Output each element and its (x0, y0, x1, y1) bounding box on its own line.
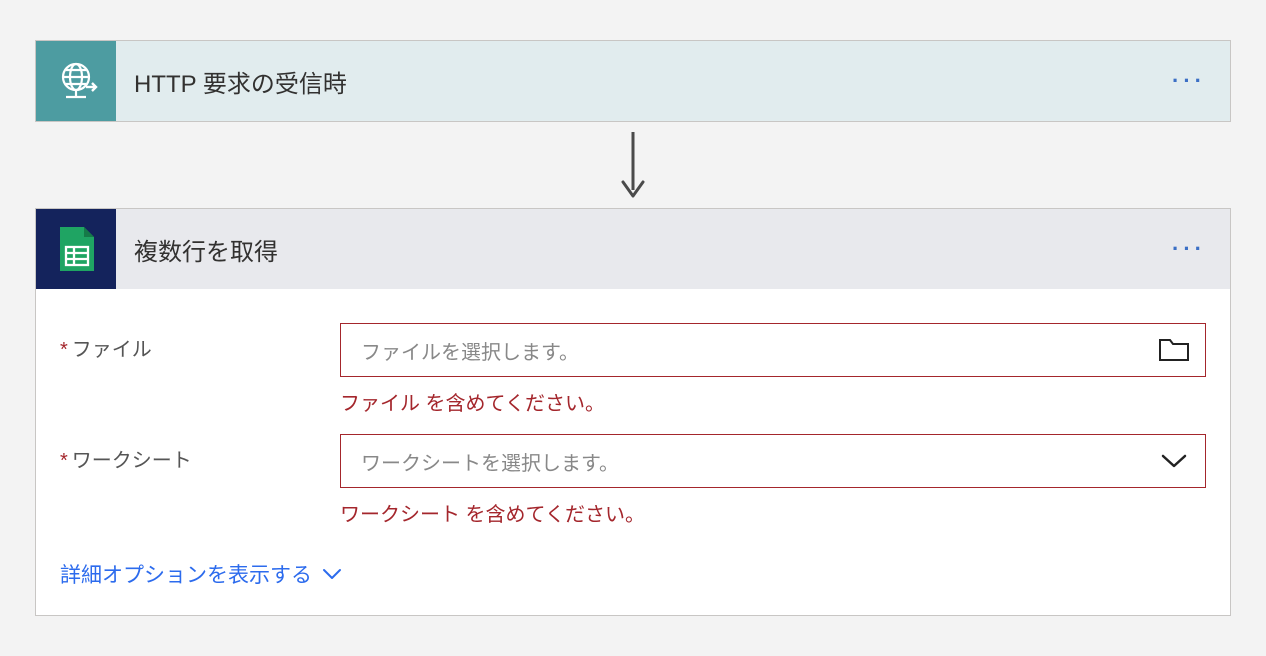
get-rows-body: *ファイル ファイルを選択します。 ファイル を含めてください。 (36, 289, 1230, 615)
worksheet-placeholder: ワークシートを選択します。 (361, 447, 1159, 476)
sheets-icon-tile (36, 209, 116, 289)
file-label: *ファイル (60, 305, 340, 362)
flow-arrow (35, 122, 1231, 208)
folder-picker-button[interactable] (1159, 335, 1189, 365)
get-rows-title: 複数行を取得 (116, 232, 1148, 267)
worksheet-dropdown-button[interactable] (1159, 446, 1189, 476)
file-input[interactable]: ファイルを選択します。 (340, 323, 1206, 377)
file-placeholder: ファイルを選択します。 (361, 336, 1159, 365)
file-row: *ファイル ファイルを選択します。 ファイル を含めてください。 (60, 305, 1206, 416)
worksheet-row: *ワークシート ワークシートを選択します。 ワークシート を含めてください。 (60, 416, 1206, 527)
get-rows-header[interactable]: 複数行を取得 ··· (36, 209, 1230, 289)
http-trigger-menu-button[interactable]: ··· (1148, 68, 1230, 94)
worksheet-error: ワークシート を含めてください。 (340, 498, 1206, 527)
http-trigger-title: HTTP 要求の受信時 (116, 64, 1148, 99)
chevron-down-icon (1161, 453, 1187, 469)
globe-icon (52, 57, 100, 105)
worksheet-select[interactable]: ワークシートを選択します。 (340, 434, 1206, 488)
worksheet-label: *ワークシート (60, 416, 340, 473)
spreadsheet-icon (50, 223, 102, 275)
file-error: ファイル を含めてください。 (340, 387, 1206, 416)
get-rows-menu-button[interactable]: ··· (1148, 236, 1230, 262)
required-asterisk: * (60, 450, 68, 472)
required-asterisk: * (60, 339, 68, 361)
advanced-options-toggle[interactable]: 詳細オプションを表示する (60, 559, 342, 589)
http-icon-tile (36, 41, 116, 121)
http-trigger-header[interactable]: HTTP 要求の受信時 ··· (36, 41, 1230, 121)
folder-icon (1159, 338, 1189, 362)
chevron-down-icon (322, 564, 342, 584)
get-rows-card: 複数行を取得 ··· *ファイル ファイルを選択します。 (35, 208, 1231, 616)
http-trigger-card: HTTP 要求の受信時 ··· (35, 40, 1231, 122)
